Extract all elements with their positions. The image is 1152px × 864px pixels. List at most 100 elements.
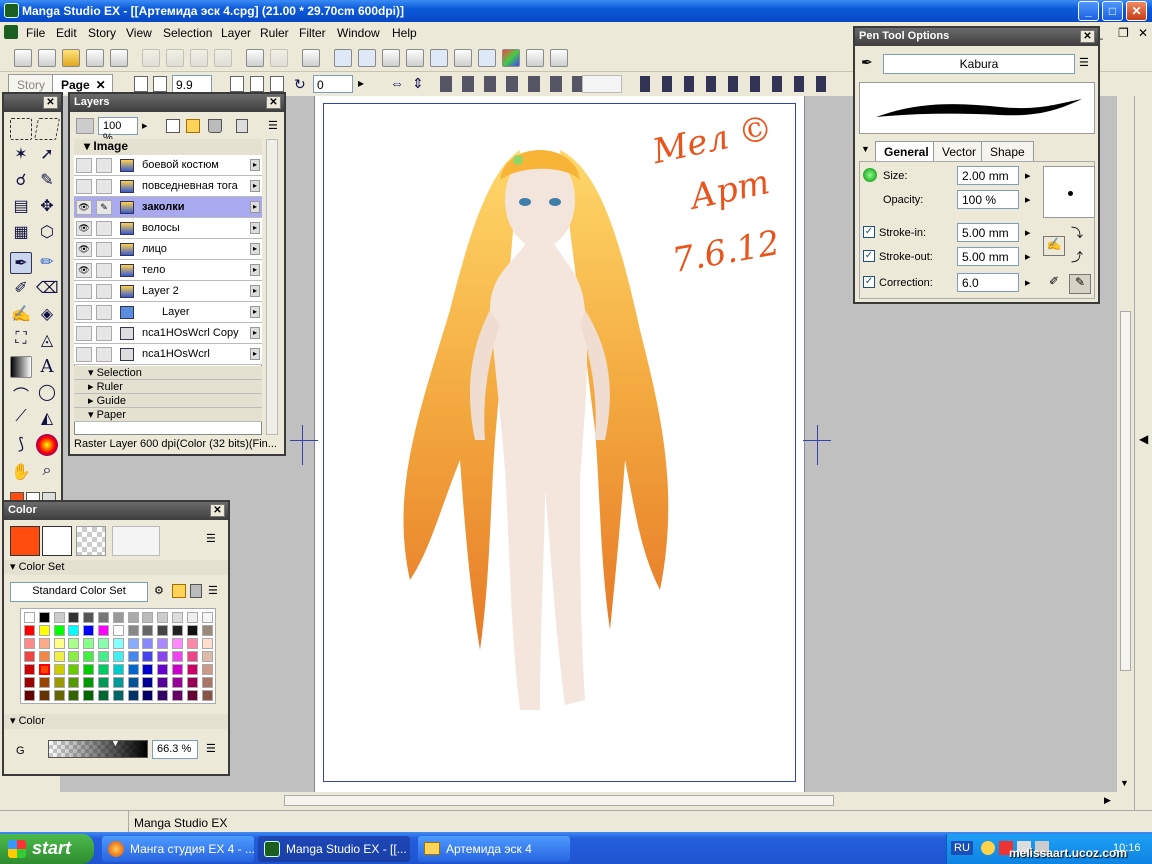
color-swatch[interactable]	[142, 612, 154, 623]
color-swatch[interactable]	[53, 651, 65, 662]
layer-visibility-toggle[interactable]	[76, 326, 92, 341]
vertical-scrollbar[interactable]: ▼	[1116, 96, 1134, 792]
redo-icon[interactable]	[270, 49, 288, 67]
eye-icon[interactable]: 👁	[76, 242, 92, 257]
color-swatch[interactable]	[142, 625, 154, 636]
taskbar-item-manga-studio[interactable]: Manga Studio EX - [[...	[258, 836, 410, 862]
color-swatch[interactable]	[24, 690, 35, 701]
section-selection[interactable]: ▾ Selection	[74, 366, 262, 380]
eye-icon[interactable]: 👁	[76, 221, 92, 236]
color-swatch[interactable]	[98, 625, 109, 636]
color-swatch[interactable]	[112, 638, 124, 649]
move-tool-icon[interactable]: ✥	[36, 196, 58, 218]
transparent-swatch[interactable]	[76, 526, 106, 556]
taskbar-item-firefox[interactable]: Манга студия EX 4 - ...	[102, 836, 254, 862]
start-button[interactable]: start	[0, 834, 94, 864]
layer-expand-icon[interactable]: ▸	[250, 243, 260, 255]
taskbar-item-folder[interactable]: Артемида эск 4	[418, 836, 570, 862]
stroke-in-field[interactable]: 5.00 mm	[957, 223, 1019, 242]
color-swatch[interactable]	[83, 612, 95, 623]
layer-row[interactable]: 👁 лицо ▸	[74, 239, 262, 260]
grid-tool-icon[interactable]: ▦	[10, 222, 32, 244]
correction-checkbox[interactable]: ✓	[863, 276, 878, 289]
color-swatch[interactable]	[68, 677, 80, 688]
size-field[interactable]: 2.00 mm	[957, 166, 1019, 185]
close-button[interactable]: ✕	[1126, 1, 1147, 21]
section-ruler[interactable]: ▸ Ruler	[74, 380, 262, 394]
collapse-icon[interactable]: ▼	[861, 144, 870, 154]
tools-close-icon[interactable]: ✕	[43, 96, 58, 109]
cut-icon[interactable]	[142, 49, 160, 67]
rotation-arrow-icon[interactable]: ▸	[358, 76, 364, 90]
save-all-icon[interactable]	[110, 49, 128, 67]
menu-view[interactable]: View	[126, 26, 152, 40]
stroke-in-arrow-icon[interactable]: ▸	[1025, 226, 1031, 239]
color-swatch[interactable]	[127, 625, 139, 636]
gray-slider[interactable]: ▼	[48, 738, 148, 758]
new-folder-icon[interactable]	[186, 119, 200, 133]
layer-lock-toggle[interactable]	[96, 326, 112, 341]
size-arrow-icon[interactable]: ▸	[1025, 169, 1031, 182]
eyedropper-icon[interactable]: ✎	[36, 170, 58, 192]
color-swatch[interactable]	[53, 612, 65, 623]
color-swatch[interactable]	[186, 638, 198, 649]
ellipse-tool-icon[interactable]: ◯	[36, 382, 58, 404]
tab-close-icon[interactable]: ✕	[96, 78, 106, 92]
menu-help[interactable]: Help	[392, 26, 417, 40]
menu-selection[interactable]: Selection	[163, 26, 212, 40]
color-swatch[interactable]	[201, 690, 213, 701]
properties-icon[interactable]	[358, 49, 376, 67]
color-swatch[interactable]	[142, 664, 154, 675]
layer-properties-icon[interactable]	[478, 49, 496, 67]
menu-layer[interactable]: Layer	[221, 26, 251, 40]
color-swatch[interactable]	[127, 690, 139, 701]
opacity-arrow-icon[interactable]: ▸	[1025, 193, 1031, 206]
menu-filter[interactable]: Filter	[299, 26, 326, 40]
layer-expand-icon[interactable]: ▸	[250, 285, 260, 297]
dock-expand-icon[interactable]: ◀	[1139, 432, 1148, 446]
hand-tool-icon[interactable]: ✋	[10, 462, 32, 484]
color-swatch[interactable]	[172, 677, 183, 688]
color-swatch[interactable]	[201, 612, 213, 623]
layer-lock-toggle[interactable]	[96, 263, 112, 278]
tray-messenger-icon[interactable]	[981, 841, 995, 855]
new-page-icon[interactable]	[14, 49, 32, 67]
correction-arrow-icon[interactable]: ▸	[1025, 276, 1031, 289]
color-swatch[interactable]	[172, 664, 183, 675]
fill-tool-icon[interactable]: ⛶	[10, 330, 32, 352]
color-swatch[interactable]	[127, 651, 139, 662]
color-swatch[interactable]	[142, 651, 154, 662]
color-swatch[interactable]	[83, 664, 95, 675]
tone-tool-icon[interactable]: ◈	[36, 304, 58, 326]
horizontal-scroll-thumb[interactable]	[284, 795, 834, 806]
layer-visibility-toggle[interactable]	[76, 284, 92, 299]
polyline-select-icon[interactable]	[34, 118, 60, 140]
color-swatch[interactable]	[127, 664, 139, 675]
color-swatch[interactable]	[38, 677, 50, 688]
color-menu-icon[interactable]: ☰	[206, 532, 216, 545]
color-swatch[interactable]	[157, 690, 169, 701]
layer-row[interactable]: 👁 тело ▸	[74, 260, 262, 281]
mdi-close-icon[interactable]: ✕	[1138, 26, 1148, 40]
color-swatch[interactable]	[68, 638, 80, 649]
color-swatch[interactable]	[157, 625, 169, 636]
color-swatch[interactable]	[38, 664, 50, 675]
brush-menu-icon[interactable]: ☰	[1079, 56, 1089, 69]
layer-visibility-toggle[interactable]	[76, 179, 92, 194]
tab-story[interactable]: Story	[8, 74, 55, 94]
vector-tool-icon[interactable]: ⟆	[10, 434, 32, 456]
color-swatch[interactable]	[98, 664, 109, 675]
color-set-header[interactable]: ▾ Color Set	[4, 560, 228, 575]
layer-row-selected[interactable]: 👁 ✎ заколки ▸	[74, 197, 262, 218]
color-swatch[interactable]	[186, 625, 198, 636]
page-icon[interactable]	[134, 76, 148, 92]
color-swatch[interactable]	[186, 612, 198, 623]
page-fit-icon[interactable]	[153, 76, 167, 92]
layers-close-icon[interactable]: ✕	[266, 96, 281, 109]
open-icon[interactable]	[62, 49, 80, 67]
copy-icon[interactable]	[166, 49, 184, 67]
layer-lock-toggle[interactable]	[96, 284, 112, 299]
color-slider-menu-icon[interactable]: ☰	[206, 742, 216, 755]
eraser-tool-icon[interactable]: ⌫	[36, 278, 59, 300]
tab-general[interactable]: General	[875, 141, 938, 161]
